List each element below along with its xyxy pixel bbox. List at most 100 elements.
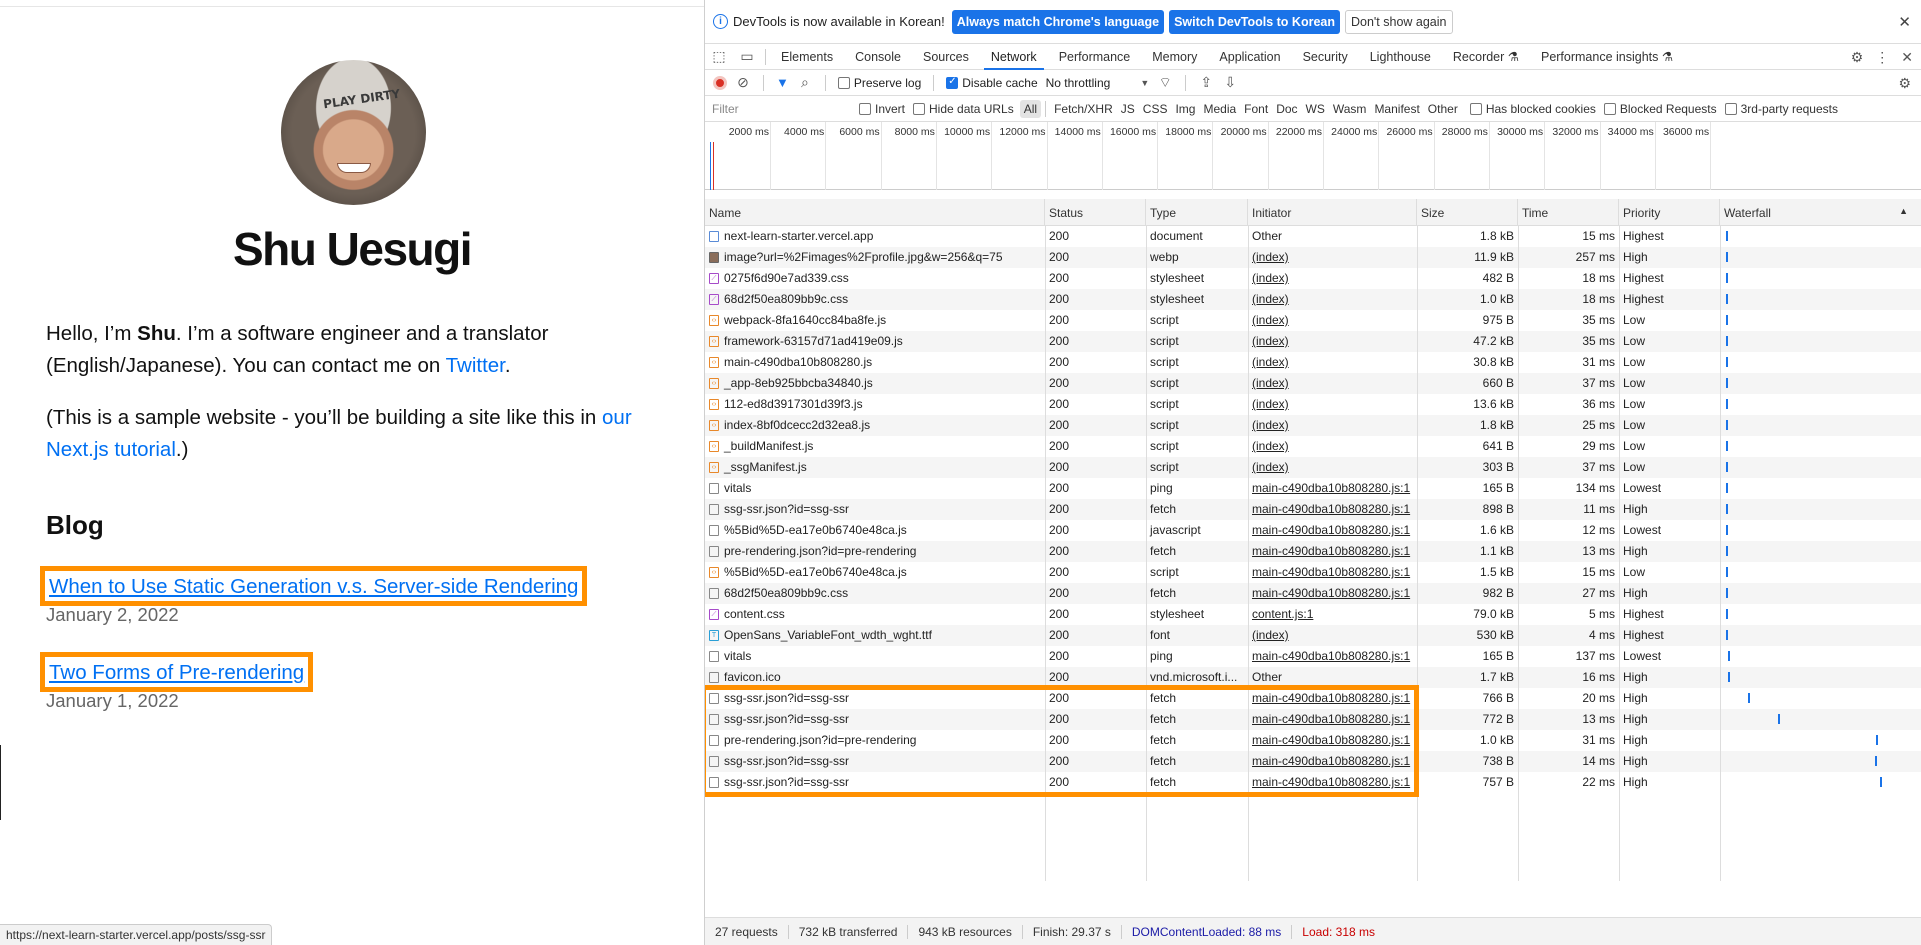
request-initiator[interactable]: (index) [1248,415,1417,436]
request-initiator[interactable]: main-c490dba10b808280.js:1 [1248,709,1417,730]
always-match-language-button[interactable]: Always match Chrome's language [951,9,1165,34]
twitter-link[interactable]: Twitter [446,354,505,377]
preserve-log-checkbox[interactable]: Preserve log [837,76,921,90]
column-header-priority[interactable]: Priority [1619,199,1720,225]
request-initiator[interactable]: main-c490dba10b808280.js:1 [1248,730,1417,751]
hide-data-urls-box[interactable] [913,102,926,115]
blog-post-link[interactable]: Two Forms of Pre-rendering [49,661,304,684]
request-initiator[interactable]: main-c490dba10b808280.js:1 [1248,478,1417,499]
table-row[interactable]: next-learn-starter.vercel.app 200 document… [705,226,1921,247]
request-name-cell[interactable]: T OpenSans_VariableFont_wdth_wght.ttf [705,625,1045,646]
table-row[interactable]: vitals 200 ping main-c490dba10b808280.js:1 1… [705,646,1921,667]
table-row[interactable]: ‹› %5Bid%5D-ea17e0b6740e48ca.js 200 script m… [705,562,1921,583]
request-name-cell[interactable]: ‹› framework-63157d71ad419e09.js [705,331,1045,352]
request-initiator[interactable]: main-c490dba10b808280.js:1 [1248,646,1417,667]
column-header-waterfall[interactable]: Waterfall ▲ [1720,199,1920,225]
request-initiator[interactable]: main-c490dba10b808280.js:1 [1248,772,1417,793]
request-initiator[interactable]: (index) [1248,457,1417,478]
blocked-requests-box[interactable] [1603,102,1616,115]
hide-data-urls-checkbox[interactable]: Hide data URLs [913,102,1014,116]
table-row[interactable]: T OpenSans_VariableFont_wdth_wght.ttf 200 f… [705,625,1921,646]
table-row[interactable]: ‹› framework-63157d71ad419e09.js 200 script… [705,331,1921,352]
column-header-size[interactable]: Size [1417,199,1518,225]
request-initiator[interactable]: content.js:1 [1248,604,1417,625]
request-initiator[interactable]: main-c490dba10b808280.js:1 [1248,562,1417,583]
filter-type-all[interactable]: All [1019,99,1042,118]
table-row[interactable]: ssg-ssr.json?id=ssg-ssr 200 fetch main-c490… [705,499,1921,520]
filter-input[interactable]: Filter [711,100,851,118]
request-name-cell[interactable]: vitals [705,478,1045,499]
table-row[interactable]: pre-rendering.json?id=pre-rendering 200 fe… [705,730,1921,751]
table-row[interactable]: ‹› _ssgManifest.js 200 script (index) 303 B 37… [705,457,1921,478]
filter-type-doc[interactable]: Doc [1272,100,1301,118]
network-settings-gear-icon[interactable]: ⚙ [1898,75,1911,92]
third-party-box[interactable] [1724,102,1737,115]
request-initiator[interactable]: (index) [1248,331,1417,352]
request-name-cell[interactable]: ssg-ssr.json?id=ssg-ssr [705,709,1045,730]
request-initiator[interactable]: (index) [1248,394,1417,415]
request-name-cell[interactable]: favicon.ico [705,667,1045,688]
filter-type-ws[interactable]: WS [1302,100,1329,118]
table-row[interactable]: ⟋ 0275f6d90e7ad339.css 200 stylesheet (index… [705,268,1921,289]
invert-box[interactable] [859,102,871,115]
table-row[interactable]: ⟋ content.css 200 stylesheet content.js:1 79.… [705,604,1921,625]
column-header-name[interactable]: Name [705,199,1045,225]
tab-performance-insights[interactable]: Performance insights ⚗ [1530,44,1684,70]
request-initiator[interactable]: (index) [1248,247,1417,268]
column-header-type[interactable]: Type [1146,199,1248,225]
tab-elements[interactable]: Elements [770,44,844,70]
request-name-cell[interactable]: ⟋ 68d2f50ea809bb9c.css [705,289,1045,310]
network-overview-timeline[interactable]: 2000 ms 4000 ms 6000 ms 8000 ms 10000 ms 1200… [705,122,1921,190]
preserve-log-box[interactable] [837,76,850,89]
tab-performance[interactable]: Performance [1048,44,1142,70]
request-name-cell[interactable]: image?url=%2Fimages%2Fprofile.jpg&w=256&… [705,247,1045,268]
request-name-cell[interactable]: ssg-ssr.json?id=ssg-ssr [705,499,1045,520]
request-initiator[interactable]: main-c490dba10b808280.js:1 [1248,499,1417,520]
request-name-cell[interactable]: ‹› webpack-8fa1640cc84ba8fe.js [705,310,1045,331]
request-name-cell[interactable]: pre-rendering.json?id=pre-rendering [705,730,1045,751]
close-icon[interactable]: ✕ [1898,13,1911,31]
close-devtools-icon[interactable]: ✕ [1901,49,1913,66]
dont-show-again-button[interactable]: Don't show again [1344,9,1453,34]
request-initiator[interactable]: (index) [1248,373,1417,394]
request-name-cell[interactable]: ⟋ content.css [705,604,1045,625]
request-name-cell[interactable]: next-learn-starter.vercel.app [705,226,1045,247]
more-options-icon[interactable]: ⋮ [1875,49,1889,66]
blocked-requests-checkbox[interactable]: Blocked Requests [1603,102,1717,116]
filter-type-manifest[interactable]: Manifest [1370,100,1423,118]
request-name-cell[interactable]: ssg-ssr.json?id=ssg-ssr [705,751,1045,772]
record-icon[interactable] [713,75,727,90]
tab-application[interactable]: Application [1208,44,1291,70]
invert-checkbox[interactable]: Invert [859,102,905,116]
throttling-select[interactable]: No throttling ▼ [1046,76,1150,90]
table-row[interactable]: 68d2f50ea809bb9c.css 200 fetch main-c490dba… [705,583,1921,604]
blocked-cookies-checkbox[interactable]: Has blocked cookies [1469,102,1596,116]
third-party-checkbox[interactable]: 3rd-party requests [1724,102,1838,116]
request-name-cell[interactable]: ssg-ssr.json?id=ssg-ssr [705,772,1045,793]
switch-to-korean-button[interactable]: Switch DevTools to Korean [1169,9,1340,34]
table-row[interactable]: ‹› _buildManifest.js 200 script (index) 641 B… [705,436,1921,457]
request-initiator[interactable]: main-c490dba10b808280.js:1 [1248,751,1417,772]
table-row[interactable]: ssg-ssr.json?id=ssg-ssr 200 fetch main-c490… [705,688,1921,709]
disable-cache-box[interactable] [946,76,959,89]
filter-type-img[interactable]: Img [1171,100,1199,118]
request-initiator[interactable]: (index) [1248,436,1417,457]
filter-type-other[interactable]: Other [1424,100,1462,118]
request-initiator[interactable]: (index) [1248,352,1417,373]
table-row[interactable]: image?url=%2Fimages%2Fprofile.jpg&w=256&… [705,247,1921,268]
request-name-cell[interactable]: ⟋ 0275f6d90e7ad339.css [705,268,1045,289]
filter-type-css[interactable]: CSS [1139,100,1172,118]
filter-type-wasm[interactable]: Wasm [1329,100,1371,118]
request-name-cell[interactable]: ‹› _buildManifest.js [705,436,1045,457]
request-name-cell[interactable]: ‹› 112-ed8d3917301d39f3.js [705,394,1045,415]
device-toolbar-icon[interactable]: ▭ [733,48,761,65]
tab-sources[interactable]: Sources [912,44,980,70]
table-row[interactable]: ssg-ssr.json?id=ssg-ssr 200 fetch main-c490… [705,709,1921,730]
request-name-cell[interactable]: ‹› _ssgManifest.js [705,457,1045,478]
tab-network[interactable]: Network [980,44,1048,70]
tab-console[interactable]: Console [844,44,912,70]
request-initiator[interactable]: main-c490dba10b808280.js:1 [1248,688,1417,709]
table-row[interactable]: ⟋ 68d2f50ea809bb9c.css 200 stylesheet (index… [705,289,1921,310]
table-row[interactable]: ‹› _app-8eb925bbcba34840.js 200 script (inde… [705,373,1921,394]
column-header-status[interactable]: Status [1045,199,1146,225]
